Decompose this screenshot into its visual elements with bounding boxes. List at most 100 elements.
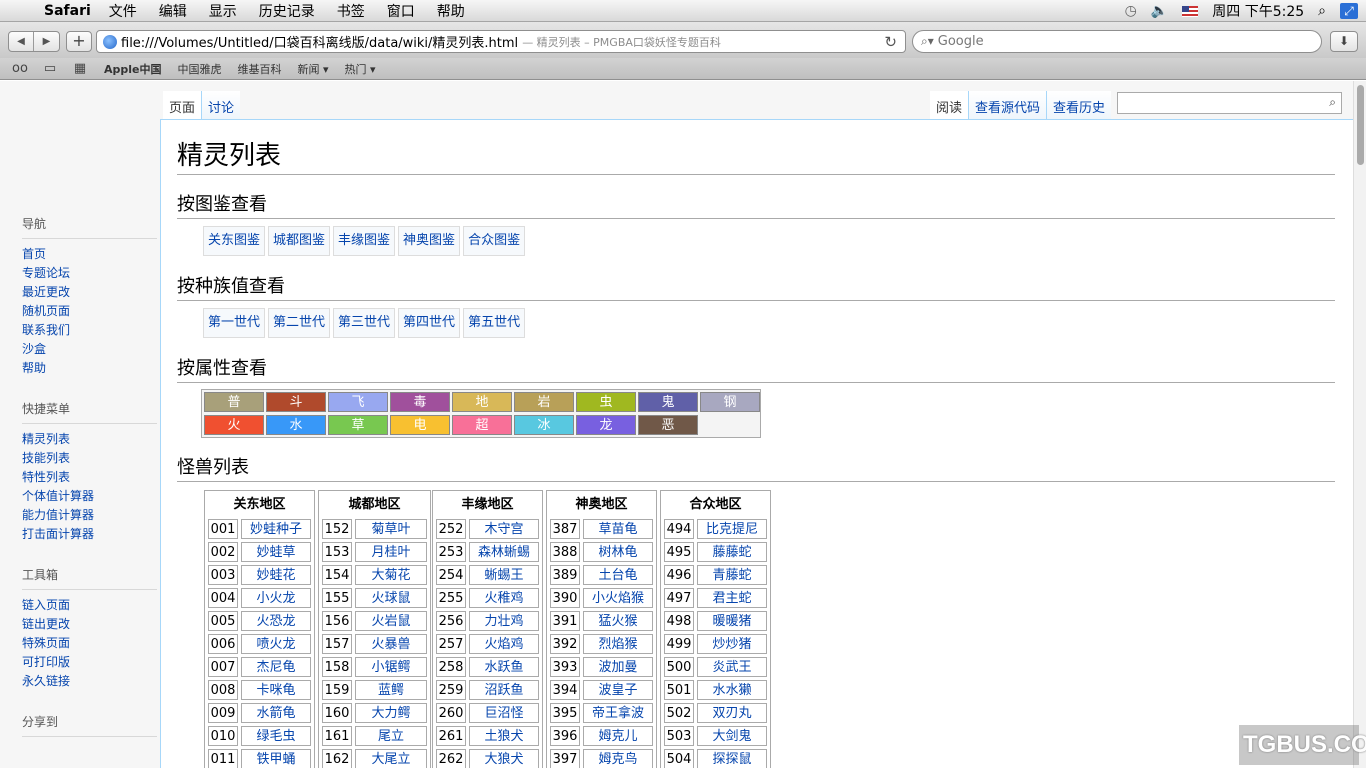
pokemon-link[interactable]: 小火焰猴 — [583, 588, 653, 608]
pokemon-link[interactable]: 木守宫 — [469, 519, 539, 539]
menu-history[interactable]: 历史记录 — [259, 1, 315, 21]
pokemon-link[interactable]: 火焰鸡 — [469, 634, 539, 654]
fullscreen-icon[interactable]: ⤢ — [1340, 3, 1358, 19]
reading-list-icon[interactable]: oo — [10, 61, 30, 76]
pokemon-link[interactable]: 青藤蛇 — [697, 565, 767, 585]
bookmarks-book-icon[interactable]: ▭ — [40, 61, 60, 76]
tab-discussion[interactable]: 讨论 — [201, 91, 241, 119]
pokemon-link[interactable]: 蜥蜴王 — [469, 565, 539, 585]
bookmark-wikipedia[interactable]: 维基百科 — [238, 61, 282, 77]
pokemon-link[interactable]: 树林龟 — [583, 542, 653, 562]
tool-link-whatlinkshere[interactable]: 链入页面 — [22, 596, 157, 615]
pokemon-link[interactable]: 烈焰猴 — [583, 634, 653, 654]
bookmark-news[interactable]: 新闻 ▾ — [298, 61, 329, 77]
pokemon-link[interactable]: 妙蛙花 — [241, 565, 311, 585]
gen-link-3[interactable]: 第三世代 — [333, 308, 396, 338]
time-machine-icon[interactable]: ◷ — [1125, 3, 1137, 19]
pokemon-link[interactable]: 波加曼 — [583, 657, 653, 677]
tool-link-permalink[interactable]: 永久链接 — [22, 672, 157, 691]
menubar-clock[interactable]: 周四 下午5:25 — [1212, 1, 1304, 21]
pokemon-link[interactable]: 波皇子 — [583, 680, 653, 700]
pokemon-link[interactable]: 大力鳄 — [355, 703, 427, 723]
pokemon-link[interactable]: 小火龙 — [241, 588, 311, 608]
bookmark-popular[interactable]: 热门 ▾ — [345, 61, 376, 77]
pokemon-link[interactable]: 大狼犬 — [469, 749, 539, 768]
pokemon-link[interactable]: 炒炒猪 — [697, 634, 767, 654]
pokemon-link[interactable]: 大尾立 — [355, 749, 427, 768]
nav-link-forum[interactable]: 专题论坛 — [22, 264, 157, 283]
pokemon-link[interactable]: 大剑鬼 — [697, 726, 767, 746]
nav-link-random[interactable]: 随机页面 — [22, 302, 157, 321]
pokemon-link[interactable]: 大菊花 — [355, 565, 427, 585]
pokemon-link[interactable]: 暖暖猪 — [697, 611, 767, 631]
nav-link-sandbox[interactable]: 沙盒 — [22, 340, 157, 359]
downloads-button[interactable]: ⬇ — [1330, 31, 1358, 52]
type-link[interactable]: 飞 — [328, 392, 388, 412]
pokemon-link[interactable]: 火球鼠 — [355, 588, 427, 608]
pokemon-link[interactable]: 月桂叶 — [355, 542, 427, 562]
pokemon-link[interactable]: 力壮鸡 — [469, 611, 539, 631]
pokemon-link[interactable]: 蓝鳄 — [355, 680, 427, 700]
pokemon-link[interactable]: 炎武王 — [697, 657, 767, 677]
type-link[interactable]: 草 — [328, 415, 388, 435]
volume-icon[interactable]: 🔈 — [1151, 3, 1168, 19]
pokemon-link[interactable]: 喷火龙 — [241, 634, 311, 654]
pokemon-link[interactable]: 姆克儿 — [583, 726, 653, 746]
add-bookmark-button[interactable]: + — [66, 31, 92, 52]
pokemon-link[interactable]: 帝王拿波 — [583, 703, 653, 723]
tab-view-history[interactable]: 查看历史 — [1046, 91, 1112, 119]
spotlight-icon[interactable]: ⌕ — [1318, 3, 1326, 19]
type-link[interactable]: 恶 — [638, 415, 698, 435]
menu-bookmarks[interactable]: 书签 — [337, 1, 365, 21]
dex-link-kanto[interactable]: 关东图鉴 — [203, 226, 266, 256]
pokemon-link[interactable]: 卡咪龟 — [241, 680, 311, 700]
dex-link-hoenn[interactable]: 丰缘图鉴 — [333, 226, 396, 256]
reload-icon[interactable]: ↻ — [884, 33, 897, 51]
google-search-field[interactable]: ⌕▾ Google — [912, 30, 1322, 53]
pokemon-link[interactable]: 土台龟 — [583, 565, 653, 585]
type-link[interactable]: 斗 — [266, 392, 326, 412]
pokemon-link[interactable]: 火稚鸡 — [469, 588, 539, 608]
type-link[interactable]: 岩 — [514, 392, 574, 412]
pokemon-link[interactable]: 森林蜥蜴 — [469, 542, 539, 562]
pokemon-link[interactable]: 巨沼怪 — [469, 703, 539, 723]
pokemon-link[interactable]: 水水獭 — [697, 680, 767, 700]
gen-link-2[interactable]: 第二世代 — [268, 308, 331, 338]
type-link[interactable]: 虫 — [576, 392, 636, 412]
dex-link-johto[interactable]: 城都图鉴 — [268, 226, 331, 256]
top-sites-grid-icon[interactable]: ▦ — [70, 61, 90, 76]
pokemon-link[interactable]: 探探鼠 — [697, 749, 767, 768]
type-link[interactable]: 冰 — [514, 415, 574, 435]
pokemon-link[interactable]: 水箭龟 — [241, 703, 311, 723]
type-link[interactable]: 钢 — [700, 392, 760, 412]
type-link[interactable]: 水 — [266, 415, 326, 435]
tab-read[interactable]: 阅读 — [930, 91, 969, 119]
pokemon-link[interactable]: 君主蛇 — [697, 588, 767, 608]
quick-link-coverage-calc[interactable]: 打击面计算器 — [22, 525, 157, 544]
tool-link-printable[interactable]: 可打印版 — [22, 653, 157, 672]
pokemon-link[interactable]: 双刃丸 — [697, 703, 767, 723]
type-link[interactable]: 地 — [452, 392, 512, 412]
quick-link-stat-calc[interactable]: 能力值计算器 — [22, 506, 157, 525]
tool-link-special-pages[interactable]: 特殊页面 — [22, 634, 157, 653]
gen-link-5[interactable]: 第五世代 — [463, 308, 526, 338]
page-scrollbar[interactable] — [1353, 81, 1366, 768]
quick-link-move-list[interactable]: 技能列表 — [22, 449, 157, 468]
forward-button[interactable]: ▶ — [34, 32, 59, 51]
pokemon-link[interactable]: 火暴兽 — [355, 634, 427, 654]
dex-link-unova[interactable]: 合众图鉴 — [463, 226, 526, 256]
menu-file[interactable]: 文件 — [109, 1, 137, 21]
address-bar[interactable]: file:///Volumes/Untitled/口袋百科离线版/data/wi… — [96, 30, 906, 53]
tool-link-related-changes[interactable]: 链出更改 — [22, 615, 157, 634]
pokemon-link[interactable]: 绿毛虫 — [241, 726, 311, 746]
back-button[interactable]: ◀ — [9, 32, 34, 51]
pokemon-link[interactable]: 沼跃鱼 — [469, 680, 539, 700]
pokemon-link[interactable]: 比克提尼 — [697, 519, 767, 539]
pokemon-link[interactable]: 杰尼龟 — [241, 657, 311, 677]
pokemon-link[interactable]: 草苗龟 — [583, 519, 653, 539]
menu-edit[interactable]: 编辑 — [159, 1, 187, 21]
quick-link-pokemon-list[interactable]: 精灵列表 — [22, 430, 157, 449]
search-icon[interactable]: ⌕ — [1329, 95, 1336, 110]
tab-page[interactable]: 页面 — [163, 91, 202, 119]
nav-link-contact[interactable]: 联系我们 — [22, 321, 157, 340]
